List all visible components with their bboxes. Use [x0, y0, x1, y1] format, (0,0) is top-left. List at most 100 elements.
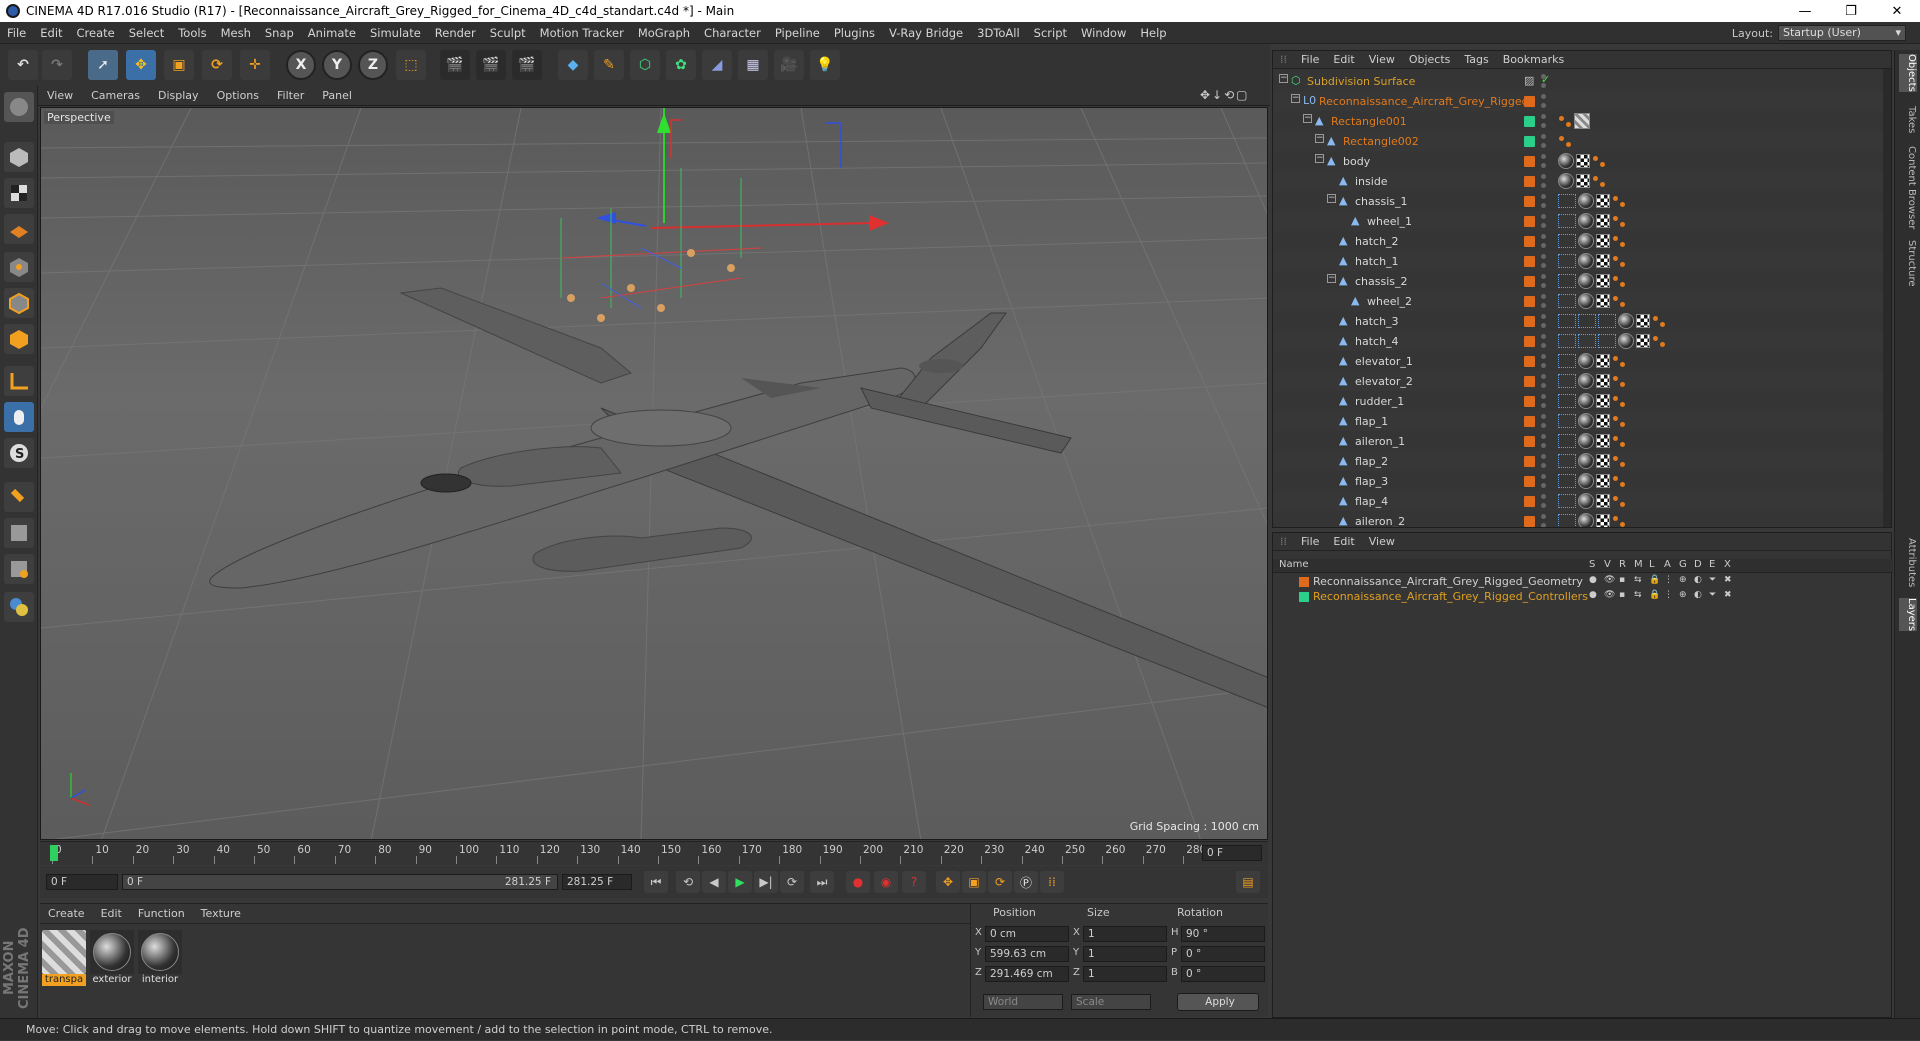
move-axis-icon[interactable]: ✛	[240, 50, 270, 80]
expressions-icon[interactable]: ⏷	[1709, 575, 1716, 585]
visibility-toggle[interactable]	[1541, 194, 1547, 208]
visibility-toggle[interactable]	[1541, 174, 1547, 188]
timeline-window-icon[interactable]: ▤	[1236, 871, 1260, 893]
rig-tag-icon[interactable]	[1598, 314, 1616, 328]
visibility-toggle[interactable]	[1541, 494, 1547, 508]
visibility-toggle[interactable]	[1541, 454, 1547, 468]
xref-icon[interactable]: ✖	[1724, 590, 1732, 600]
menu-file[interactable]: File	[0, 26, 33, 40]
phong-tag-icon[interactable]	[1612, 354, 1626, 368]
visibility-toggle[interactable]	[1541, 134, 1547, 148]
object-name[interactable]: Reconnaissance_Aircraft_Grey_Rigged	[1319, 95, 1529, 108]
visibility-toggle[interactable]	[1541, 514, 1547, 527]
object-row[interactable]: ▲ aileron_1	[1273, 431, 1885, 451]
menu-help[interactable]: Help	[1133, 26, 1173, 40]
rig-tag-icon[interactable]	[1558, 474, 1576, 488]
manager-icon[interactable]: ⇆	[1634, 590, 1642, 600]
viewport-menu-display[interactable]: Display	[149, 89, 208, 102]
expand-toggle-icon[interactable]: −	[1327, 194, 1336, 203]
minimize-button[interactable]: —	[1782, 0, 1828, 22]
object-row[interactable]: − ▲ Rectangle001	[1273, 111, 1885, 131]
viewport-nav-icons[interactable]: ✥↓⟲▢	[1200, 88, 1250, 102]
expand-toggle-icon[interactable]: −	[1303, 114, 1312, 123]
layer-row[interactable]: Reconnaissance_Aircraft_Grey_Rigged_Cont…	[1273, 590, 1893, 605]
material-menu-create[interactable]: Create	[40, 907, 93, 920]
next-key-icon[interactable]: ⟳	[780, 871, 804, 893]
tab-attributes[interactable]: Attributes	[1899, 538, 1917, 587]
material-tag-icon[interactable]	[1578, 353, 1594, 369]
layer-column-m[interactable]: M	[1634, 559, 1643, 570]
layer-color-swatch[interactable]	[1524, 495, 1535, 507]
make-editable-icon[interactable]	[4, 92, 34, 122]
texture-tag-icon[interactable]	[1596, 474, 1610, 488]
material-swatch-interior[interactable]: interior	[138, 930, 182, 986]
position-y-field[interactable]: 599.63 cm	[985, 946, 1069, 962]
animation-icon[interactable]: ⋮	[1664, 590, 1673, 600]
phong-tag-icon[interactable]	[1592, 174, 1606, 188]
texture-tag-icon[interactable]	[1596, 394, 1610, 408]
maximize-button[interactable]: ❐	[1828, 0, 1874, 22]
object-name[interactable]: hatch_3	[1355, 315, 1399, 328]
menu-snap[interactable]: Snap	[258, 26, 301, 40]
rig-tag-icon[interactable]	[1558, 234, 1576, 248]
material-tag-icon[interactable]	[1578, 413, 1594, 429]
object-row[interactable]: ▲ wheel_2	[1273, 291, 1885, 311]
material-tag-icon[interactable]	[1578, 213, 1594, 229]
tab-layers[interactable]: Layers	[1899, 598, 1917, 632]
range-slider[interactable]: 0 F 281.25 F	[122, 874, 558, 890]
layer-color-swatch[interactable]	[1524, 195, 1535, 207]
menu-tools[interactable]: Tools	[171, 26, 213, 40]
cube-primitive-icon[interactable]: ◆	[558, 50, 588, 80]
go-to-end-icon[interactable]: ⏭	[810, 871, 834, 893]
visibility-toggle[interactable]	[1541, 414, 1547, 428]
visibility-toggle[interactable]	[1541, 374, 1547, 388]
scale-tool-icon[interactable]: ▣	[164, 50, 194, 80]
menu-3dtoall[interactable]: 3DToAll	[970, 26, 1027, 40]
object-name[interactable]: flap_4	[1355, 495, 1388, 508]
object-row[interactable]: ▲ inside	[1273, 171, 1885, 191]
perspective-viewport[interactable]: Perspective Grid Spacing : 1000 cm	[40, 107, 1268, 840]
object-name[interactable]: elevator_1	[1355, 355, 1413, 368]
animation-icon[interactable]: ⋮	[1664, 575, 1673, 585]
object-menu-view[interactable]: View	[1362, 53, 1402, 66]
layer-color-swatch[interactable]	[1524, 155, 1535, 167]
menu-create[interactable]: Create	[70, 26, 122, 40]
phong-tag-icon[interactable]	[1612, 254, 1626, 268]
phong-tag-icon[interactable]	[1558, 114, 1572, 128]
phong-tag-icon[interactable]	[1652, 314, 1666, 328]
rotation-p-field[interactable]: 0 °	[1181, 946, 1265, 962]
rig-tag-icon[interactable]	[1578, 334, 1596, 348]
texture-tag-icon[interactable]	[1576, 174, 1590, 188]
pen-spline-icon[interactable]: ✎	[594, 50, 624, 80]
edges-mode-icon[interactable]	[4, 288, 34, 318]
render-icon[interactable]: ▪	[1619, 575, 1625, 585]
visibility-toggle[interactable]	[1541, 474, 1547, 488]
object-name[interactable]: hatch_2	[1355, 235, 1399, 248]
material-tag-icon[interactable]	[1578, 453, 1594, 469]
object-row[interactable]: ▲ elevator_1	[1273, 351, 1885, 371]
locked-icon[interactable]: 🔒	[1649, 590, 1660, 600]
material-tag-icon[interactable]	[1578, 273, 1594, 289]
object-name[interactable]: wheel_1	[1367, 215, 1412, 228]
phong-tag-icon[interactable]	[1652, 334, 1666, 348]
enabled-check-icon[interactable]: ✓	[1541, 73, 1550, 86]
layer-column-name[interactable]: Name	[1279, 559, 1309, 570]
phong-tag-icon[interactable]	[1558, 134, 1572, 148]
texture-tag-icon[interactable]	[1596, 454, 1610, 468]
rig-tag-icon[interactable]	[1558, 194, 1576, 208]
texture-tag-icon[interactable]	[1636, 334, 1650, 348]
phong-tag-icon[interactable]	[1612, 214, 1626, 228]
layer-color-swatch[interactable]	[1524, 455, 1535, 467]
layer-color-swatch[interactable]	[1299, 577, 1309, 587]
menu-sculpt[interactable]: Sculpt	[483, 26, 533, 40]
rig-tag-icon[interactable]	[1558, 434, 1576, 448]
points-mode-icon[interactable]	[4, 252, 34, 282]
layer-color-swatch[interactable]	[1524, 235, 1535, 247]
rig-tag-icon[interactable]	[1558, 414, 1576, 428]
object-menu-edit[interactable]: Edit	[1326, 53, 1361, 66]
tab-objects[interactable]: Objects	[1899, 54, 1917, 92]
move-tool-icon[interactable]: ✥	[126, 50, 156, 80]
redo-icon[interactable]: ↷	[42, 50, 72, 80]
size-mode-dropdown[interactable]: Scale	[1071, 994, 1151, 1010]
layer-column-l[interactable]: L	[1649, 559, 1655, 570]
